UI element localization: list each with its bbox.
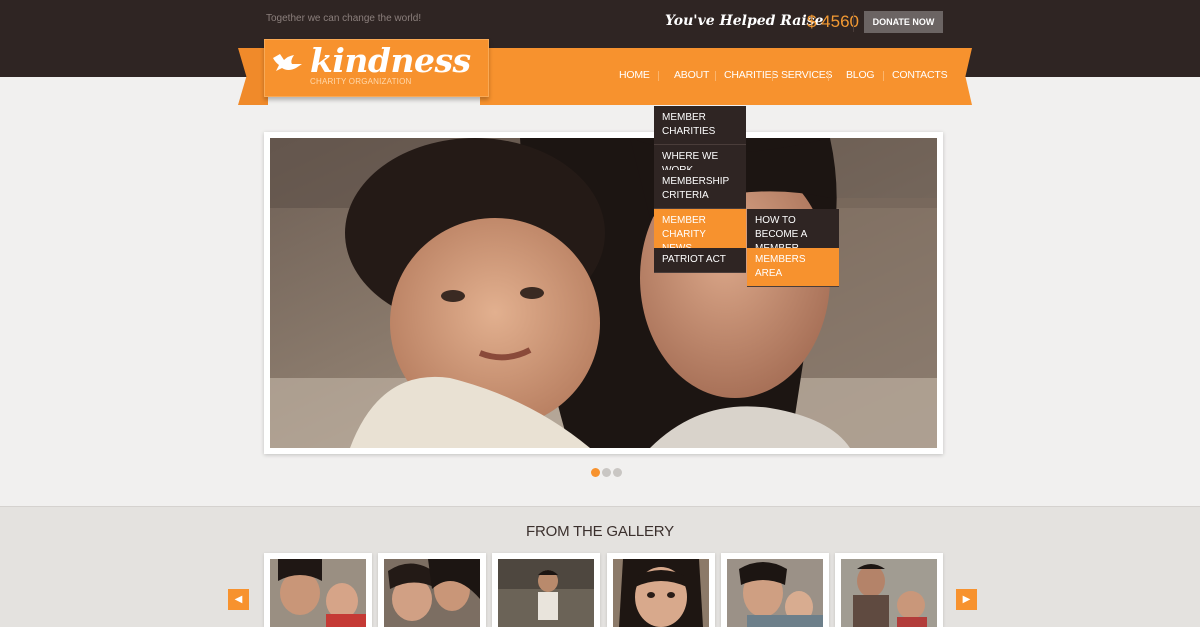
slider-dot[interactable] xyxy=(613,468,622,477)
nav-divider xyxy=(772,71,773,81)
nav-divider xyxy=(828,71,829,81)
dropdown-item-member-charities[interactable]: MEMBER CHARITIES xyxy=(654,106,746,145)
gallery-thumb[interactable] xyxy=(378,553,486,627)
raise-amount: $ 4560 xyxy=(807,12,859,31)
slider-dot[interactable] xyxy=(591,468,600,477)
dropdown-item-patriot-act[interactable]: PATRIOT ACT xyxy=(654,248,746,273)
arrow-left-icon[interactable]: ◀ xyxy=(228,589,249,610)
raise-label: You've Helped Raise xyxy=(665,13,824,29)
logo-title: kindness xyxy=(310,41,471,80)
submenu-item-members-area[interactable]: MEMBERS AREA xyxy=(747,248,839,287)
tagline: Together we can change the world! xyxy=(266,13,422,24)
gallery-title: FROM THE GALLERY xyxy=(526,523,674,540)
nav-charities[interactable]: CHARITIES xyxy=(724,69,778,81)
gallery-thumb[interactable] xyxy=(721,553,829,627)
donate-button[interactable]: DONATE NOW xyxy=(864,11,943,33)
hero-image xyxy=(270,138,937,448)
gallery-thumb[interactable] xyxy=(607,553,715,627)
nav-services[interactable]: SERVICES xyxy=(781,69,833,81)
arrow-right-icon[interactable]: ▶ xyxy=(956,589,977,610)
nav-blog[interactable]: BLOG xyxy=(846,69,875,81)
nav-home[interactable]: HOME xyxy=(619,69,650,81)
nav-contacts[interactable]: CONTACTS xyxy=(892,69,948,81)
gallery-thumb[interactable] xyxy=(264,553,372,627)
nav-about[interactable]: ABOUT xyxy=(674,69,709,81)
nav-divider xyxy=(883,71,884,81)
dove-icon xyxy=(273,54,302,71)
divider xyxy=(853,12,854,32)
nav-divider xyxy=(658,71,659,81)
nav-divider xyxy=(715,71,716,81)
dropdown-item-membership-criteria[interactable]: MEMBERSHIP CRITERIA xyxy=(654,170,746,209)
slider-dot[interactable] xyxy=(602,468,611,477)
gallery-thumb[interactable] xyxy=(492,553,600,627)
nav-band xyxy=(480,48,956,105)
logo-subtitle: CHARITY ORGANIZATION xyxy=(310,77,412,86)
gallery-thumb[interactable] xyxy=(835,553,943,627)
